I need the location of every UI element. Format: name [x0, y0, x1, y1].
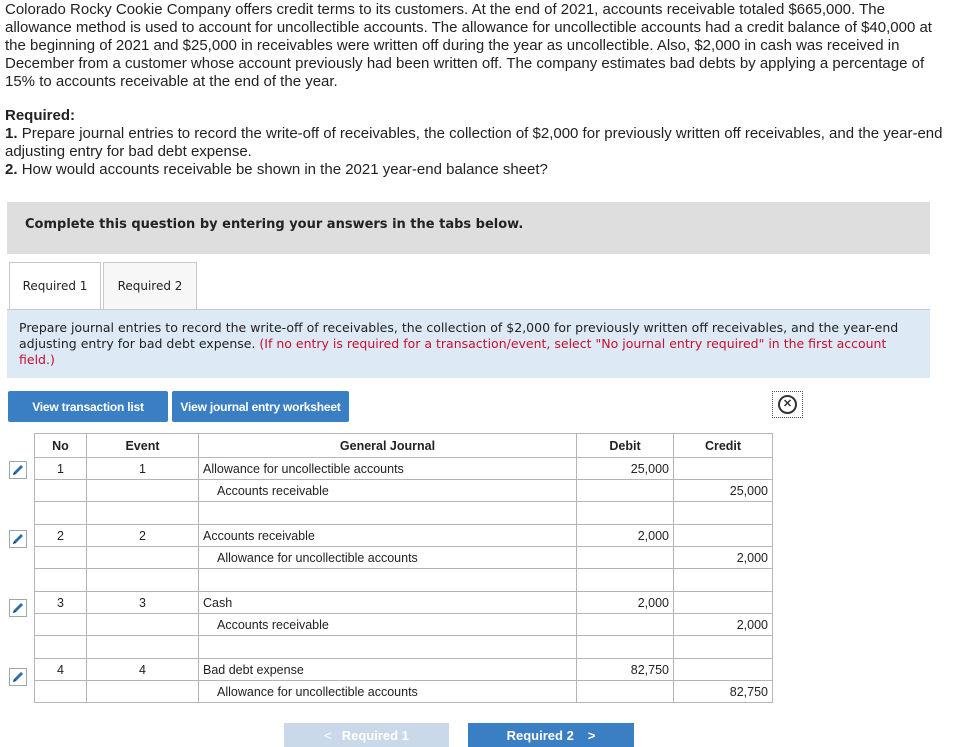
table-row-empty — [34, 501, 773, 525]
chevron-left-icon: < — [324, 727, 332, 743]
view-journal-worksheet-button[interactable]: View journal entry worksheet — [172, 391, 349, 422]
table-row: 2 2 Accounts receivable 2,000 — [34, 524, 773, 547]
tab-required-2[interactable]: Required 2 — [103, 262, 197, 309]
table-row-empty — [34, 635, 773, 659]
instruction-bar: Complete this question by entering your … — [7, 202, 930, 254]
required-section: Required: 1. Prepare journal entries to … — [5, 107, 945, 179]
table-row: Allowance for uncollectible accounts 2,0… — [34, 546, 773, 569]
required-item2-number: 2. — [5, 161, 18, 178]
journal-table: No Event General Journal Debit Credit 1 … — [34, 433, 773, 703]
next-required-label: Required 2 — [506, 727, 574, 743]
table-row-empty — [34, 568, 773, 592]
cell-account: Allowance for uncollectible accounts — [198, 680, 577, 703]
cell-debit: 2,000 — [576, 524, 674, 547]
required-item1-number: 1. — [5, 125, 18, 142]
question-prompt: Prepare journal entries to record the wr… — [7, 310, 930, 378]
edit-pencil-icon[interactable] — [9, 668, 27, 686]
required-item1-text: Prepare journal entries to record the wr… — [5, 125, 943, 160]
cell-credit — [673, 591, 773, 614]
table-row: Accounts receivable 2,000 — [34, 613, 773, 636]
cell-event: 1 — [86, 457, 199, 480]
edit-pencil-icon[interactable] — [9, 530, 27, 548]
cell-account: Bad debt expense — [198, 658, 577, 681]
header-event: Event — [86, 433, 199, 458]
cell-no: 3 — [34, 591, 87, 614]
required-heading: Required: — [5, 107, 76, 124]
cell-event: 2 — [86, 524, 199, 547]
cell-credit: 2,000 — [673, 613, 773, 636]
table-row: Allowance for uncollectible accounts 82,… — [34, 680, 773, 703]
problem-text: Colorado Rocky Cookie Company offers cre… — [5, 1, 932, 90]
tab-required-1[interactable]: Required 1 — [9, 262, 101, 309]
cell-account: Allowance for uncollectible accounts — [198, 546, 577, 569]
cell-debit: 2,000 — [576, 591, 674, 614]
prev-required-button[interactable]: < Required 1 — [284, 723, 449, 747]
cell-credit: 2,000 — [673, 546, 773, 569]
circle-x-icon: ✕ — [778, 395, 797, 414]
edit-pencil-icon[interactable] — [9, 599, 27, 617]
chevron-right-icon: > — [587, 727, 596, 743]
cell-debit: 82,750 — [576, 658, 674, 681]
table-header-row: No Event General Journal Debit Credit — [34, 433, 773, 458]
prev-required-label: Required 1 — [341, 727, 409, 743]
header-credit: Credit — [673, 433, 773, 458]
required-item2-text: How would accounts receivable be shown i… — [21, 161, 548, 178]
cell-no: 1 — [34, 457, 87, 480]
cell-account: Accounts receivable — [198, 479, 577, 502]
clear-entries-button[interactable]: ✕ — [772, 391, 803, 418]
edit-pencil-icon[interactable] — [9, 461, 27, 479]
table-row: 3 3 Cash 2,000 — [34, 591, 773, 614]
problem-statement: Colorado Rocky Cookie Company offers cre… — [5, 1, 945, 91]
cell-no: 4 — [34, 658, 87, 681]
cell-account: Accounts receivable — [198, 524, 577, 547]
cell-no: 2 — [34, 524, 87, 547]
cell-debit: 25,000 — [576, 457, 674, 480]
header-general-journal: General Journal — [198, 433, 577, 458]
cell-credit — [673, 457, 773, 480]
cell-credit: 25,000 — [673, 479, 773, 502]
table-row: 4 4 Bad debt expense 82,750 — [34, 658, 773, 681]
cell-account: Accounts receivable — [198, 613, 577, 636]
cell-account: Cash — [198, 591, 577, 614]
header-no: No — [34, 433, 87, 458]
header-debit: Debit — [576, 433, 674, 458]
next-required-button[interactable]: Required 2 > — [468, 723, 634, 747]
table-row: 1 1 Allowance for uncollectible accounts… — [34, 457, 773, 480]
cell-event: 4 — [86, 658, 199, 681]
instruction-text: Complete this question by entering your … — [25, 217, 524, 232]
cell-credit: 82,750 — [673, 680, 773, 703]
cell-credit — [673, 524, 773, 547]
table-row: Accounts receivable 25,000 — [34, 479, 773, 502]
cell-account: Allowance for uncollectible accounts — [198, 457, 577, 480]
view-transaction-list-button[interactable]: View transaction list — [8, 391, 168, 422]
cell-credit — [673, 658, 773, 681]
cell-event: 3 — [86, 591, 199, 614]
